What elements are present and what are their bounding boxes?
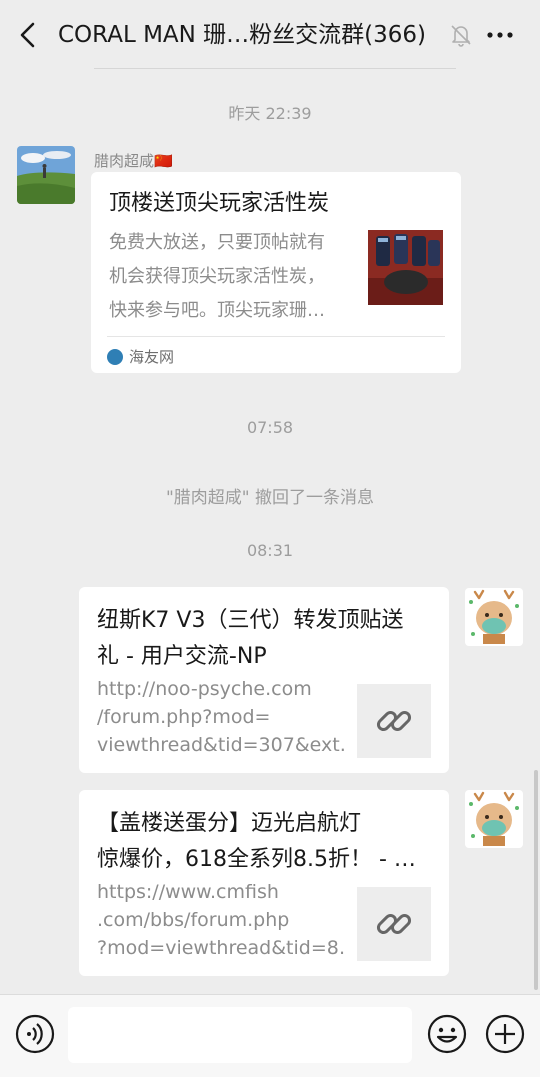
link-url: https://www.cmfish .com/bbs/forum.php ?m… xyxy=(97,881,347,959)
chat-area[interactable]: 昨天 22:39 腊肉超咸🇨🇳 顶楼送顶尖玩家活性炭 免费大放送，只要顶帖就有 … xyxy=(0,70,540,994)
sender-name: 腊肉超咸🇨🇳 xyxy=(94,152,173,170)
header-divider xyxy=(94,68,456,69)
scrollbar[interactable] xyxy=(534,770,538,990)
avatar-sender[interactable] xyxy=(17,146,75,204)
avatar-landscape-image xyxy=(17,146,75,204)
avatar-self[interactable] xyxy=(465,790,523,848)
card-divider xyxy=(107,336,445,337)
link-title: 纽斯K7 V3（三代）转发顶贴送 礼 - 用户交流-NP xyxy=(97,608,404,669)
chat-title: CORAL MAN 珊…粉丝交流群(366) xyxy=(58,22,427,48)
bell-off-icon xyxy=(451,25,471,47)
article-source: 海友网 xyxy=(107,346,174,367)
timestamp: 08:31 xyxy=(246,541,294,560)
chat-header: CORAL MAN 珊…粉丝交流群(366) xyxy=(0,0,540,70)
link-card[interactable]: 【盖楼送蛋分】迈光启航灯 惊爆价，618全系列8.5折！ - … https:/… xyxy=(79,790,449,976)
timestamp: 昨天 22:39 xyxy=(228,104,312,123)
back-icon[interactable] xyxy=(14,20,44,50)
timestamp: 07:58 xyxy=(246,418,294,437)
link-card[interactable]: 纽斯K7 V3（三代）转发顶贴送 礼 - 用户交流-NP http://noo-… xyxy=(79,587,449,773)
message-input[interactable] xyxy=(68,1007,412,1063)
link-url: http://noo-psyche.com /forum.php?mod= vi… xyxy=(97,678,347,756)
avatar-reindeer-image xyxy=(465,790,523,848)
source-name: 海友网 xyxy=(129,348,175,366)
avatar-reindeer-image xyxy=(465,588,523,646)
more-icon[interactable] xyxy=(484,22,516,48)
emoji-icon[interactable] xyxy=(426,1013,468,1055)
link-icon xyxy=(376,710,412,732)
plus-icon[interactable] xyxy=(484,1013,526,1055)
link-title: 【盖楼送蛋分】迈光启航灯 惊爆价，618全系列8.5折！ - … xyxy=(97,811,416,872)
link-thumbnail xyxy=(357,887,431,961)
recall-notice: "腊肉超咸" 撤回了一条消息 xyxy=(165,488,375,508)
link-thumbnail xyxy=(357,684,431,758)
link-icon xyxy=(376,913,412,935)
source-logo-icon xyxy=(107,348,123,365)
article-title: 顶楼送顶尖玩家活性炭 xyxy=(109,191,330,216)
avatar-self[interactable] xyxy=(465,588,523,646)
article-card[interactable]: 顶楼送顶尖玩家活性炭 免费大放送，只要顶帖就有 机会获得顶尖玩家活性炭， 快来参… xyxy=(91,172,461,373)
voice-icon[interactable] xyxy=(14,1013,56,1055)
input-bar xyxy=(0,994,540,1077)
article-thumbnail xyxy=(368,230,443,305)
article-description: 免费大放送，只要顶帖就有 机会获得顶尖玩家活性炭， 快来参与吧。顶尖玩家珊… xyxy=(109,232,325,321)
